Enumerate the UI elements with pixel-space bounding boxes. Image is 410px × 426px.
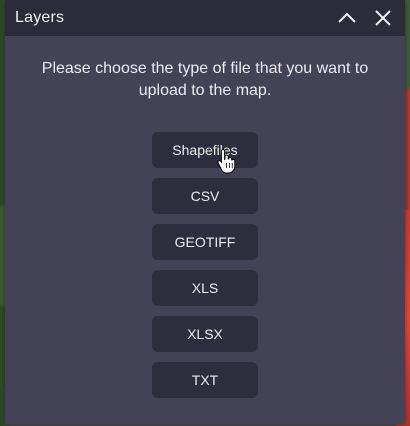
collapse-button[interactable] bbox=[333, 4, 361, 32]
close-button[interactable] bbox=[369, 4, 397, 32]
file-type-list: Shapefiles CSV GEOTIFF XLS XLSX TXT bbox=[5, 132, 405, 408]
chevron-up-icon bbox=[338, 12, 356, 23]
hand-pointer-icon bbox=[217, 148, 236, 174]
layers-dialog: Layers Please choose the type of file th… bbox=[5, 0, 405, 424]
shapefiles-button[interactable]: Shapefiles bbox=[152, 132, 258, 168]
csv-button[interactable]: CSV bbox=[152, 178, 258, 214]
txt-button[interactable]: TXT bbox=[152, 362, 258, 398]
close-icon bbox=[375, 10, 391, 26]
xls-button[interactable]: XLS bbox=[152, 270, 258, 306]
geotiff-button[interactable]: GEOTIFF bbox=[152, 224, 258, 260]
upload-instructions: Please choose the type of file that you … bbox=[41, 60, 369, 99]
xlsx-button[interactable]: XLSX bbox=[152, 316, 258, 352]
dialog-title: Layers bbox=[15, 9, 65, 26]
dialog-header: Layers bbox=[5, 0, 405, 36]
